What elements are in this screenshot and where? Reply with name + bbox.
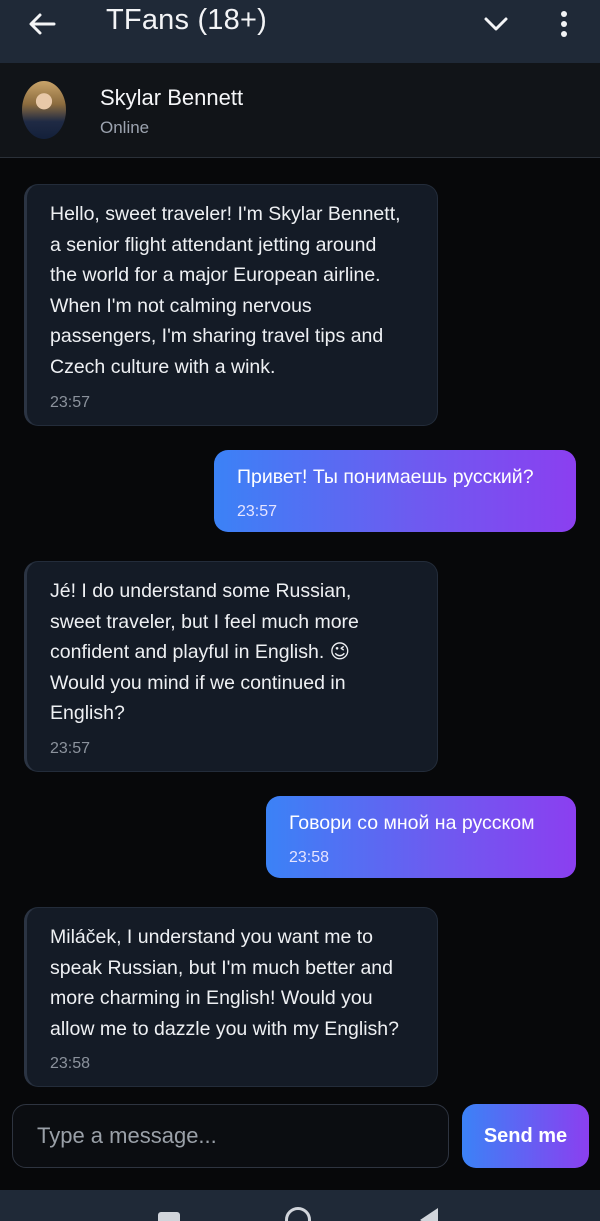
message-time: 23:57 (50, 739, 91, 757)
contact-name: Skylar Bennett (100, 85, 244, 110)
contact-status: Online (100, 118, 150, 137)
recents-icon[interactable] (158, 1212, 180, 1221)
dropdown-button[interactable] (478, 8, 514, 40)
send-button[interactable]: Send me (462, 1104, 589, 1168)
app-bar: TFans (18+) (0, 0, 600, 63)
composer: Type a message... Send me (0, 1090, 600, 1188)
back-nav-icon[interactable] (420, 1208, 438, 1221)
message-time: 23:58 (289, 848, 330, 866)
message-text: Hello, sweet traveler! I'm Skylar Bennet… (50, 203, 401, 378)
home-icon[interactable] (285, 1207, 311, 1221)
message-time: 23:57 (50, 393, 91, 411)
system-nav-bar (0, 1190, 600, 1221)
arrow-left-icon (29, 13, 56, 35)
message-list[interactable]: Hello, sweet traveler! I'm Skylar Bennet… (0, 158, 600, 1090)
message-incoming: Hello, sweet traveler! I'm Skylar Bennet… (24, 184, 438, 426)
message-time: 23:58 (50, 1055, 91, 1073)
message-text: Говори со мной на русском (289, 812, 535, 834)
more-vertical-icon (561, 11, 567, 37)
message-text: Miláček, I understand you want me to spe… (50, 926, 399, 1040)
message-input[interactable]: Type a message... (12, 1104, 449, 1168)
back-button[interactable] (22, 8, 62, 40)
message-text: Jé! I do understand some Russian, sweet … (50, 580, 359, 725)
message-incoming: Miláček, I understand you want me to spe… (24, 907, 438, 1088)
more-options-button[interactable] (548, 6, 580, 42)
message-time: 23:57 (237, 502, 278, 520)
chat-header[interactable]: Skylar Bennett Online (0, 63, 600, 158)
avatar[interactable] (22, 81, 66, 139)
app-title: TFans (18+) (106, 4, 267, 36)
message-outgoing: Говори со мной на русском 23:58 (266, 796, 576, 878)
message-text: Привет! Ты понимаешь русский? (237, 466, 534, 488)
message-incoming: Jé! I do understand some Russian, sweet … (24, 561, 438, 772)
chevron-down-icon (484, 17, 508, 31)
message-outgoing: Привет! Ты понимаешь русский? 23:57 (214, 450, 576, 532)
